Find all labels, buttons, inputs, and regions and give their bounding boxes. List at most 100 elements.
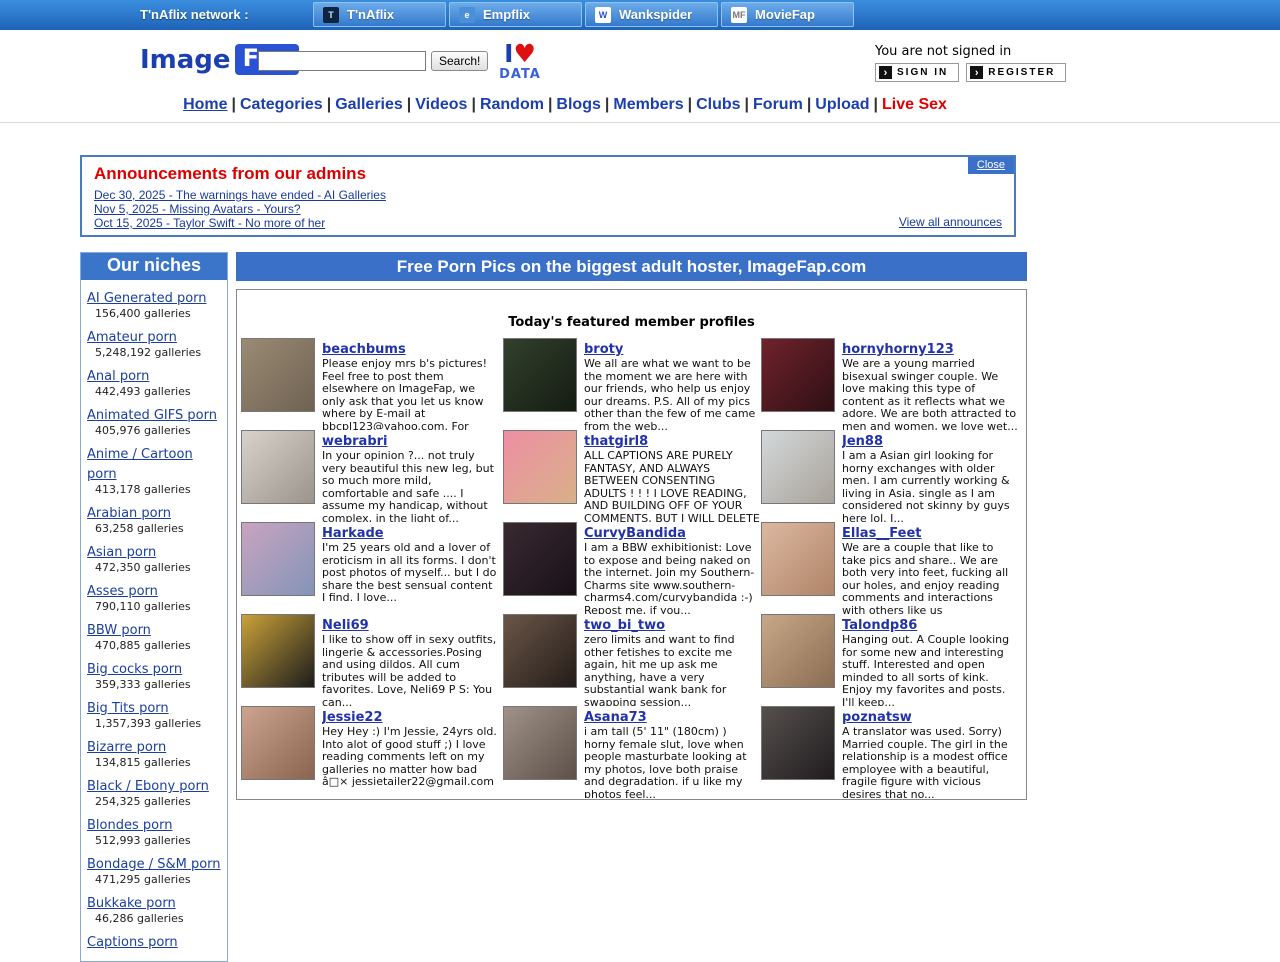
profile-name-link[interactable]: hornyhorny123 bbox=[842, 342, 954, 357]
profile-description: Hey Hey :) I'm Jessie, 24yrs old. Into a… bbox=[322, 726, 498, 789]
profile-name-link[interactable]: Jen88 bbox=[842, 434, 883, 449]
niche-link[interactable]: BBW porn bbox=[87, 623, 151, 638]
network-site-moviefap[interactable]: MF MovieFap bbox=[721, 2, 854, 27]
nav-item-galleries[interactable]: Galleries bbox=[335, 96, 403, 113]
i-love-data-logo[interactable]: I♥ DATA bbox=[494, 41, 546, 81]
profile-thumbnail[interactable] bbox=[241, 522, 315, 596]
profile-name-link[interactable]: Harkade bbox=[322, 526, 384, 541]
niche-gallery-count: 46,286 galleries bbox=[95, 912, 223, 925]
network-label: T'nAflix network : bbox=[140, 7, 249, 22]
niche-link[interactable]: Big cocks porn bbox=[87, 662, 182, 677]
niche-item: BBW porn470,885 galleries bbox=[87, 619, 223, 652]
profile-name-link[interactable]: poznatsw bbox=[842, 710, 912, 725]
nav-item-clubs[interactable]: Clubs bbox=[696, 96, 740, 113]
member-profile: Neli69I like to show off in sexy outfits… bbox=[241, 614, 503, 706]
niche-gallery-count: 405,976 galleries bbox=[95, 424, 223, 437]
profile-name-link[interactable]: Jessie22 bbox=[322, 710, 383, 725]
profile-thumbnail[interactable] bbox=[503, 522, 577, 596]
nav-item-home[interactable]: Home bbox=[183, 96, 227, 113]
profile-thumbnail[interactable] bbox=[761, 614, 835, 688]
profile-name-link[interactable]: broty bbox=[584, 342, 623, 357]
profile-thumbnail[interactable] bbox=[503, 706, 577, 780]
profile-thumbnail[interactable] bbox=[761, 522, 835, 596]
niche-item: Big cocks porn359,333 galleries bbox=[87, 658, 223, 691]
member-profile: Asana73i am tall (5' 11" (180cm) ) horny… bbox=[503, 706, 761, 798]
niche-link[interactable]: Bukkake porn bbox=[87, 896, 176, 911]
niche-link[interactable]: Asian porn bbox=[87, 545, 156, 560]
register-button[interactable]: › REGISTER bbox=[966, 63, 1066, 82]
member-profile: two_bi_twozero limits and want to find o… bbox=[503, 614, 761, 706]
niche-link[interactable]: Captions porn bbox=[87, 935, 178, 950]
search-input[interactable] bbox=[258, 51, 426, 71]
nav-item-random[interactable]: Random bbox=[480, 96, 544, 113]
view-all-announces-link[interactable]: View all announces bbox=[899, 215, 1002, 229]
profile-thumbnail[interactable] bbox=[761, 430, 835, 504]
profile-thumbnail[interactable] bbox=[761, 706, 835, 780]
profile-name-link[interactable]: two_bi_two bbox=[584, 618, 665, 633]
announcements-list: Dec 30, 2025 - The warnings have ended -… bbox=[94, 188, 1014, 230]
profile-name-link[interactable]: beachbums bbox=[322, 342, 406, 357]
nav-item-blogs[interactable]: Blogs bbox=[556, 96, 600, 113]
niche-link[interactable]: Big Tits porn bbox=[87, 701, 169, 716]
profile-name-link[interactable]: thatgirl8 bbox=[584, 434, 648, 449]
nav-item-upload[interactable]: Upload bbox=[815, 96, 869, 113]
member-profile: brotyWe all are what we want to be the m… bbox=[503, 338, 761, 430]
search-button[interactable]: Search! bbox=[431, 51, 488, 71]
niche-gallery-count: 512,993 galleries bbox=[95, 834, 223, 847]
profile-thumbnail[interactable] bbox=[241, 706, 315, 780]
network-site-tnaflix[interactable]: TT'nAflix bbox=[313, 2, 446, 27]
featured-profiles-grid: beachbumsPlease enjoy mrs b's pictures! … bbox=[237, 330, 1026, 798]
niche-link[interactable]: Asses porn bbox=[87, 584, 158, 599]
member-profile: Jen88I am a Asian girl looking for horny… bbox=[761, 430, 1019, 522]
member-profile: thatgirl8ALL CAPTIONS ARE PURELY FANTASY… bbox=[503, 430, 761, 522]
profile-name-link[interactable]: webrabri bbox=[322, 434, 388, 449]
niche-link[interactable]: Bizarre porn bbox=[87, 740, 166, 755]
profile-thumbnail[interactable] bbox=[241, 614, 315, 688]
niche-gallery-count: 790,110 galleries bbox=[95, 600, 223, 613]
niche-link[interactable]: Blondes porn bbox=[87, 818, 172, 833]
niche-link[interactable]: Anime / Cartoon porn bbox=[87, 447, 193, 482]
sign-in-button[interactable]: › SIGN IN bbox=[875, 63, 959, 82]
nav-item-categories[interactable]: Categories bbox=[240, 96, 323, 113]
profile-thumbnail[interactable] bbox=[241, 338, 315, 412]
niche-item: Anime / Cartoon porn413,178 galleries bbox=[87, 443, 223, 496]
announcement-link[interactable]: Oct 15, 2025 - Taylor Swift - No more of… bbox=[94, 216, 1014, 230]
niche-link[interactable]: Animated GIFS porn bbox=[87, 408, 217, 423]
niche-gallery-count: 442,493 galleries bbox=[95, 385, 223, 398]
niche-link[interactable]: Arabian porn bbox=[87, 506, 171, 521]
profile-name-link[interactable]: Asana73 bbox=[584, 710, 647, 725]
niche-gallery-count: 134,815 galleries bbox=[95, 756, 223, 769]
profile-name-link[interactable]: Neli69 bbox=[322, 618, 369, 633]
profile-name-link[interactable]: Talondp86 bbox=[842, 618, 917, 633]
niche-gallery-count: 5,248,192 galleries bbox=[95, 346, 223, 359]
profile-thumbnail[interactable] bbox=[503, 614, 577, 688]
niches-list: AI Generated porn156,400 galleriesAmateu… bbox=[81, 280, 227, 961]
niche-link[interactable]: Amateur porn bbox=[87, 330, 177, 345]
network-site-wankspider[interactable]: WWankspider bbox=[585, 2, 718, 27]
profile-name-link[interactable]: Ellas__Feet bbox=[842, 526, 922, 541]
profile-name-link[interactable]: CurvyBandida bbox=[584, 526, 686, 541]
niche-link[interactable]: Bondage / S&M porn bbox=[87, 857, 221, 872]
profile-thumbnail[interactable] bbox=[503, 430, 577, 504]
niche-link[interactable]: AI Generated porn bbox=[87, 291, 207, 306]
nav-separator: | bbox=[548, 96, 552, 113]
profile-thumbnail[interactable] bbox=[241, 430, 315, 504]
nav-item-forum[interactable]: Forum bbox=[753, 96, 803, 113]
announcement-link[interactable]: Nov 5, 2025 - Missing Avatars - Yours? bbox=[94, 202, 1014, 216]
niche-link[interactable]: Anal porn bbox=[87, 369, 149, 384]
profile-thumbnail[interactable] bbox=[503, 338, 577, 412]
niche-item: Asian porn472,350 galleries bbox=[87, 541, 223, 574]
moviefap-icon: MF bbox=[731, 7, 747, 23]
network-site-label: MovieFap bbox=[755, 7, 815, 22]
network-site-empflix[interactable]: eEmpflix bbox=[449, 2, 582, 27]
nav-item-live-sex[interactable]: Live Sex bbox=[882, 96, 947, 113]
announcement-link[interactable]: Dec 30, 2025 - The warnings have ended -… bbox=[94, 188, 1014, 202]
nav-item-videos[interactable]: Videos bbox=[415, 96, 467, 113]
close-button[interactable]: Close bbox=[968, 157, 1014, 174]
nav-item-members[interactable]: Members bbox=[613, 96, 683, 113]
niches-sidebar: Our niches AI Generated porn156,400 gall… bbox=[80, 252, 228, 962]
niche-gallery-count: 254,325 galleries bbox=[95, 795, 223, 808]
niche-link[interactable]: Black / Ebony porn bbox=[87, 779, 209, 794]
niche-gallery-count: 470,885 galleries bbox=[95, 639, 223, 652]
profile-thumbnail[interactable] bbox=[761, 338, 835, 412]
